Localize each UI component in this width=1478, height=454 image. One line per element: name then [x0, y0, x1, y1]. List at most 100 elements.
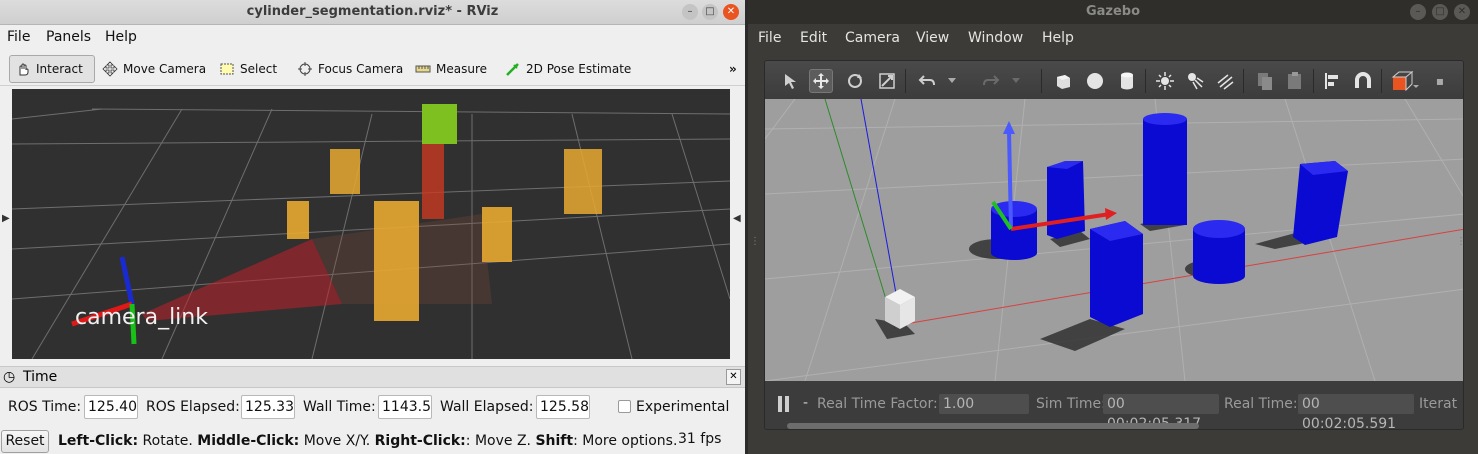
measure-icon	[415, 65, 431, 73]
toolbar-divider	[1243, 69, 1244, 93]
maximize-icon[interactable]: □	[702, 4, 718, 20]
step-button[interactable]: -	[803, 395, 808, 411]
menu-help[interactable]: Help	[1042, 30, 1074, 46]
gazebo-3d-scene[interactable]	[765, 99, 1463, 381]
left-panel-expand-icon[interactable]: ▶	[2, 213, 10, 224]
rotate-icon[interactable]	[843, 69, 867, 93]
menu-camera[interactable]: Camera	[845, 30, 900, 46]
ros-time-field[interactable]: 125.40	[84, 395, 138, 419]
select-tool[interactable]: Select	[214, 55, 282, 83]
right-click-desc: : Move Z.	[465, 433, 536, 449]
toolbar-overflow-icon[interactable]: ▪	[1435, 69, 1445, 93]
middle-click-key: Middle-Click:	[197, 433, 300, 449]
focus-camera-tool[interactable]: Focus Camera	[292, 55, 408, 83]
wall-time-field[interactable]: 1143.57	[378, 395, 432, 419]
measure-tool[interactable]: Measure	[410, 55, 492, 83]
time-bar-scrollbar[interactable]	[787, 423, 1199, 429]
align-icon[interactable]	[1321, 69, 1345, 93]
gazebo-titlebar: Gazebo – □ ✕	[748, 0, 1478, 24]
select-label: Select	[240, 62, 278, 76]
reset-button[interactable]: Reset	[1, 430, 49, 453]
menu-help[interactable]: Help	[105, 29, 137, 45]
select-icon	[220, 63, 234, 75]
toolbar-divider	[905, 69, 906, 93]
menu-view[interactable]: View	[916, 30, 949, 46]
chevron-down-icon[interactable]	[945, 69, 959, 93]
rtf-value: 1.00	[939, 394, 1029, 414]
camera-link-axes	[71, 256, 137, 345]
sphere-icon[interactable]	[1083, 69, 1107, 93]
focus-camera-label: Focus Camera	[318, 62, 404, 76]
maximize-icon[interactable]: □	[1432, 4, 1448, 20]
camera-link-label: camera_link	[75, 305, 208, 330]
cylinder-icon[interactable]	[1115, 69, 1139, 93]
gazebo-menubar: File Edit Camera View Window Help	[748, 26, 1478, 52]
toolbar-divider	[1313, 69, 1314, 93]
pause-icon[interactable]	[777, 396, 791, 412]
wall-elapsed-field[interactable]: 125.58	[536, 395, 590, 419]
copy-icon[interactable]	[1253, 69, 1277, 93]
redo-icon[interactable]	[979, 69, 1003, 93]
translate-icon[interactable]	[809, 69, 833, 93]
point-light-icon[interactable]	[1153, 69, 1177, 93]
rviz-window-title: cylinder_segmentation.rviz* - RViz	[246, 4, 499, 19]
middle-click-desc: Move X/Y.	[299, 433, 375, 449]
rviz-titlebar: cylinder_segmentation.rviz* - RViz – □ ✕	[0, 0, 745, 25]
ros-elapsed-label: ROS Elapsed:	[146, 399, 240, 415]
left-click-desc: Rotate.	[138, 433, 198, 449]
status-bar: Reset Left-Click: Rotate. Middle-Click: …	[0, 428, 745, 454]
world-z-axis	[860, 99, 898, 300]
gazebo-time-bar: - Real Time Factor: 1.00 Sim Time: 00 00…	[765, 381, 1463, 429]
red-points	[422, 144, 444, 219]
gazebo-world	[765, 99, 1463, 381]
move-camera-tool[interactable]: Move Camera	[97, 55, 211, 83]
ros-elapsed-field[interactable]: 125.33	[241, 395, 295, 419]
rviz-window: cylinder_segmentation.rviz* - RViz – □ ✕…	[0, 0, 745, 454]
spot-light-icon[interactable]	[1183, 69, 1207, 93]
box-icon[interactable]	[1051, 69, 1075, 93]
gazebo-window: Gazebo – □ ✕ File Edit Camera View Windo…	[748, 0, 1478, 454]
gazebo-window-title: Gazebo	[1085, 4, 1141, 19]
rtf-label: Real Time Factor:	[817, 396, 938, 412]
shift-key: Shift	[535, 433, 574, 449]
pose-estimate-tool[interactable]: 2D Pose Estimate	[500, 55, 636, 83]
close-icon[interactable]: ✕	[726, 369, 741, 385]
panel-grip-icon[interactable]: ⋮	[1456, 236, 1466, 247]
panel-grip-icon[interactable]: ⋮	[750, 236, 760, 247]
iterations-label: Iterat	[1419, 396, 1458, 412]
minimize-icon[interactable]: –	[1410, 4, 1426, 20]
focus-camera-icon	[298, 62, 312, 76]
right-panel-expand-icon[interactable]: ◀	[733, 213, 741, 224]
minimize-icon[interactable]: –	[682, 4, 698, 20]
close-icon[interactable]: ✕	[723, 4, 739, 20]
toolbar-overflow-button[interactable]: »	[724, 55, 742, 83]
menu-panels[interactable]: Panels	[46, 29, 91, 45]
paste-icon[interactable]	[1283, 69, 1307, 93]
snap-icon[interactable]	[1351, 69, 1375, 93]
scale-icon[interactable]	[875, 69, 899, 93]
move-camera-label: Move Camera	[123, 62, 207, 76]
menu-file[interactable]: File	[758, 30, 781, 46]
directional-light-icon[interactable]	[1213, 69, 1237, 93]
menu-file[interactable]: File	[7, 29, 30, 45]
undo-icon[interactable]	[915, 69, 939, 93]
chevron-down-icon[interactable]	[1009, 69, 1023, 93]
ros-time-label: ROS Time:	[8, 399, 82, 415]
real-time-label: Real Time:	[1224, 396, 1298, 412]
select-arrow-icon[interactable]	[779, 69, 803, 93]
time-panel-header: ◷ Time ✕	[0, 366, 745, 388]
interact-tool[interactable]: Interact	[9, 55, 95, 83]
fps-readout: 31 fps	[678, 431, 722, 447]
experimental-checkbox[interactable]	[618, 400, 631, 413]
menu-window[interactable]: Window	[968, 30, 1023, 46]
menu-edit[interactable]: Edit	[800, 30, 827, 46]
experimental-label: Experimental	[636, 399, 730, 415]
shift-desc: : More options.	[573, 433, 678, 449]
real-time-value: 00 00:02:05.591	[1298, 394, 1414, 429]
close-icon[interactable]: ✕	[1454, 4, 1470, 20]
view-angle-icon[interactable]	[1389, 69, 1423, 93]
gazebo-render-panel: ▪ - Real Time Factor: 1.00 Sim Time: 00 …	[764, 60, 1464, 430]
rviz-3d-viewport[interactable]: camera_link	[12, 89, 730, 359]
pose-estimate-icon	[506, 63, 519, 76]
hand-icon	[19, 63, 29, 76]
